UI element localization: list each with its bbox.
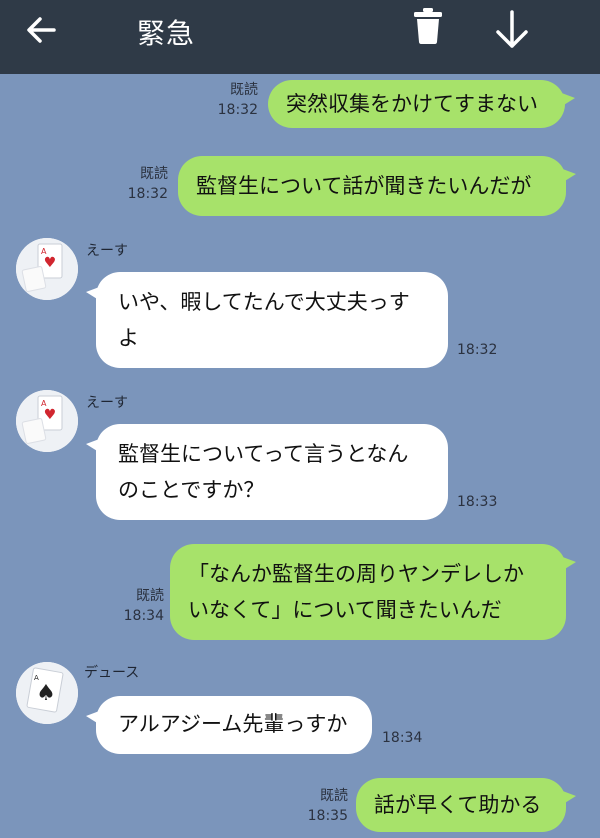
ace-card-avatar-icon: ♥ A (16, 238, 78, 300)
message-meta: 既読 18:35 (302, 786, 348, 826)
back-button[interactable] (22, 10, 62, 50)
message-time: 18:34 (123, 608, 164, 624)
message-text-line: 監督生についてって言うとなん (118, 442, 409, 466)
message-time: 18:32 (457, 342, 498, 358)
message-text-line: のことですか？ (118, 478, 265, 502)
sender-name: デュース (84, 665, 140, 681)
svg-text:A: A (41, 247, 47, 256)
sender-name: えーす (86, 243, 128, 259)
message-meta: 既読 18:32 (122, 164, 168, 204)
delete-button[interactable] (410, 6, 446, 46)
outgoing-message-bubble[interactable]: 突然収集をかけてすまない (268, 80, 575, 128)
scroll-down-button[interactable] (490, 8, 534, 52)
chat-header: 緊急 (0, 0, 600, 74)
svg-text:A: A (41, 399, 47, 408)
spade-card-avatar-icon: ♠ A (16, 662, 78, 724)
ace-card-avatar-icon: ♥ A (16, 390, 78, 452)
message-time: 18:34 (382, 730, 423, 746)
message-text: 突然収集をかけてすまない (286, 92, 538, 116)
message-text: 監督生について話が聞きたいんだが (196, 174, 532, 198)
svg-text:♥: ♥ (44, 407, 57, 423)
avatar[interactable]: ♠ A (16, 662, 78, 724)
incoming-message-bubble[interactable]: 監督生についてって言うとなん のことですか？ (86, 424, 448, 520)
incoming-message-bubble[interactable]: いや、暇してたんで大丈夫っす よ (86, 272, 448, 368)
message-text-line: よ (118, 326, 139, 350)
message-text-line: いや、暇してたんで大丈夫っす (118, 290, 410, 314)
read-receipt: 既読 (140, 166, 168, 182)
message-text: アルアジーム先輩っすか (118, 712, 348, 736)
message-time: 18:33 (457, 494, 498, 510)
svg-text:♥: ♥ (44, 255, 57, 271)
trash-icon (414, 8, 442, 44)
message-text-line: 「なんか監督生の周りヤンデレしか (188, 562, 524, 586)
read-receipt: 既読 (136, 588, 164, 604)
arrow-left-icon (27, 17, 56, 43)
outgoing-message-bubble[interactable]: 監督生について話が聞きたいんだが (178, 156, 576, 216)
arrow-down-icon (496, 10, 528, 48)
outgoing-message-bubble[interactable]: 話が早くて助かる (356, 778, 576, 832)
svg-text:A: A (34, 674, 39, 682)
avatar[interactable]: ♥ A (16, 390, 78, 452)
message-time: 18:35 (307, 808, 348, 824)
message-time: 18:32 (217, 102, 258, 118)
incoming-message-bubble[interactable]: アルアジーム先輩っすか (86, 696, 372, 754)
avatar[interactable]: ♥ A (16, 238, 78, 300)
sender-name: えーす (86, 395, 128, 411)
message-text: 話が早くて助かる (374, 793, 542, 817)
svg-text:♠: ♠ (36, 681, 56, 706)
read-receipt: 既読 (320, 788, 348, 804)
chat-title: 緊急 (137, 17, 196, 50)
outgoing-message-bubble[interactable]: 「なんか監督生の周りヤンデレしか いなくて」について聞きたいんだ (170, 544, 576, 640)
message-time: 18:32 (127, 186, 168, 202)
message-text-line: いなくて」について聞きたいんだ (188, 598, 502, 622)
read-receipt: 既読 (230, 82, 258, 98)
message-meta: 既読 18:32 (212, 80, 258, 120)
message-list[interactable]: 既読 18:32 突然収集をかけてすまない 既読 18:32 監督生について話が… (0, 74, 600, 838)
message-meta: 既読 18:34 (118, 586, 164, 626)
